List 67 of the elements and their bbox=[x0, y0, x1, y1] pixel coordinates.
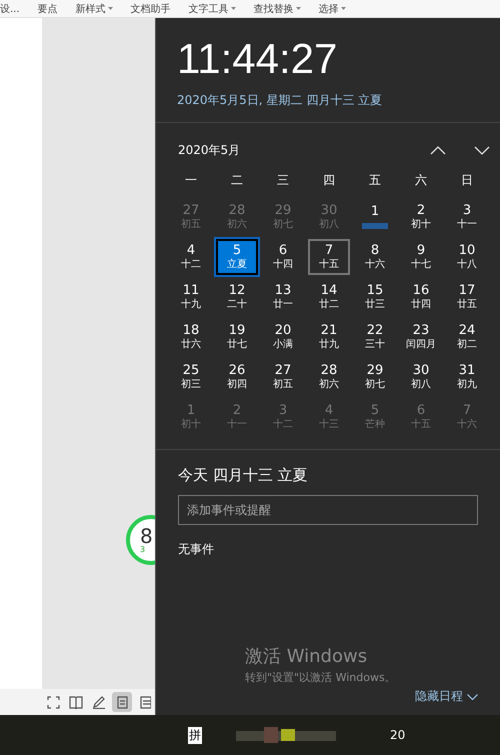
calendar-day[interactable]: 27 初五 bbox=[262, 359, 304, 395]
calendar-day[interactable]: 26 初四 bbox=[216, 359, 258, 395]
calendar-day[interactable]: 10 十八 bbox=[446, 239, 488, 275]
next-month-icon[interactable] bbox=[474, 146, 490, 154]
calendar-day[interactable]: 13 廿一 bbox=[262, 279, 304, 315]
chevron-down-icon bbox=[467, 694, 478, 700]
weekday-label: 六 bbox=[414, 172, 428, 189]
calendar-day[interactable]: 29 初七 bbox=[354, 359, 396, 395]
clock-time: 11:44:27 bbox=[177, 38, 338, 80]
calendar-day[interactable]: 12 二十 bbox=[216, 279, 258, 315]
weekday-label: 五 bbox=[368, 172, 382, 189]
hide-agenda-button[interactable]: 隐藏日程 bbox=[415, 688, 478, 705]
toolbar-menu-item[interactable]: 设... bbox=[0, 2, 20, 16]
calendar-day[interactable]: 5 立夏 bbox=[216, 239, 258, 275]
activation-title: 激活 Windows bbox=[245, 645, 368, 668]
calendar-day[interactable]: 4 十二 bbox=[170, 239, 212, 275]
calendar-day[interactable]: 2 初十 bbox=[400, 199, 442, 235]
calendar-day[interactable]: 23 闰四月 bbox=[400, 319, 442, 355]
weekday-label: 三 bbox=[276, 172, 290, 189]
date-link[interactable]: 2020年5月5日, 星期二 四月十三 立夏 bbox=[177, 92, 382, 109]
book-icon bbox=[69, 696, 83, 708]
calendar-day[interactable]: 9 十七 bbox=[400, 239, 442, 275]
calendar-day[interactable]: 25 初三 bbox=[170, 359, 212, 395]
toolbar-menu-item[interactable]: 文档助手 bbox=[130, 2, 171, 16]
previous-month-icon[interactable] bbox=[430, 146, 446, 154]
calendar-day[interactable]: 8 十六 bbox=[354, 239, 396, 275]
calendar-day[interactable]: 19 廿七 bbox=[216, 319, 258, 355]
calendar-day[interactable]: 24 初二 bbox=[446, 319, 488, 355]
calendar-day[interactable]: 14 廿二 bbox=[308, 279, 350, 315]
event-input-field[interactable]: 添加事件或提醒 bbox=[178, 495, 478, 525]
taskbar-clock[interactable]: 20 bbox=[390, 728, 406, 742]
calendar-day[interactable]: 31 初九 bbox=[446, 359, 488, 395]
activation-subtitle: 转到"设置"以激活 Windows。 bbox=[245, 670, 397, 685]
weekday-label: 二 bbox=[230, 172, 244, 189]
pen-icon bbox=[92, 696, 106, 708]
calendar-day[interactable]: 1 bbox=[354, 199, 396, 235]
agenda-heading: 今天 四月十三 立夏 bbox=[178, 466, 308, 485]
calendar-day[interactable]: 16 廿四 bbox=[400, 279, 442, 315]
calendar-day[interactable]: 3 十一 bbox=[446, 199, 488, 235]
toolbar-menu-item[interactable]: 要点 bbox=[38, 2, 58, 16]
calendar-day[interactable]: 30 初八 bbox=[400, 359, 442, 395]
calendar-day[interactable]: 15 廿三 bbox=[354, 279, 396, 315]
weekday-label: 一 bbox=[184, 172, 198, 189]
calendar-day[interactable]: 21 廿九 bbox=[308, 319, 350, 355]
weekday-label: 四 bbox=[322, 172, 336, 189]
calendar-day[interactable]: 6 十四 bbox=[262, 239, 304, 275]
calendar-day[interactable]: 7 十五 bbox=[308, 239, 350, 275]
calendar-day[interactable]: 18 廿六 bbox=[170, 319, 212, 355]
calendar-day[interactable]: 28 初六 bbox=[308, 359, 350, 395]
widget-value: 8 bbox=[140, 526, 153, 546]
input-method-icon[interactable]: 拼 bbox=[188, 726, 202, 744]
calendar-day[interactable]: 11 十九 bbox=[170, 279, 212, 315]
no-events-text: 无事件 bbox=[178, 541, 214, 558]
toolbar-menu-item[interactable]: 新样式 bbox=[76, 2, 113, 16]
month-title[interactable]: 2020年5月 bbox=[178, 142, 402, 158]
widget-subtext: 3 bbox=[140, 546, 146, 554]
toolbar-menu-item[interactable]: 查找替换 bbox=[254, 2, 301, 16]
toolbar-menu-item[interactable]: 选择 bbox=[318, 2, 346, 16]
toolbar-menu-item[interactable]: 文字工具 bbox=[188, 2, 236, 16]
fullscreen-icon bbox=[46, 696, 60, 708]
calendar-day[interactable]: 20 小满 bbox=[262, 319, 304, 355]
page-view-button[interactable] bbox=[112, 692, 132, 712]
outline-icon bbox=[140, 696, 150, 708]
weekday-label: 日 bbox=[460, 172, 474, 189]
page-icon bbox=[116, 696, 128, 708]
calendar-day[interactable]: 17 廿五 bbox=[446, 279, 488, 315]
calendar-day[interactable]: 22 三十 bbox=[354, 319, 396, 355]
